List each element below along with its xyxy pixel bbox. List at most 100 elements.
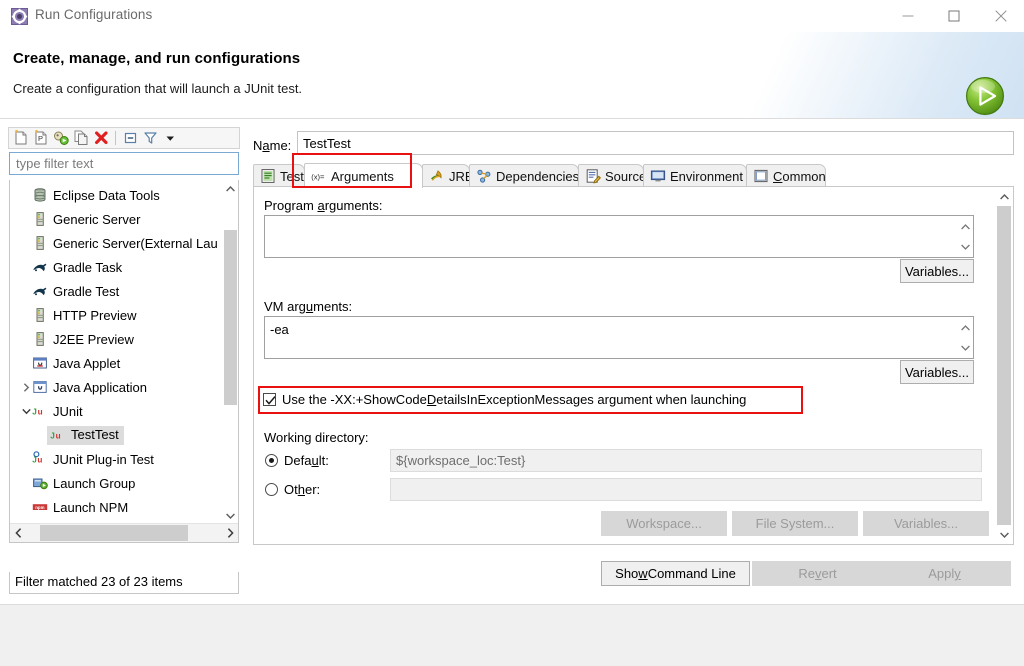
jre-icon xyxy=(429,168,445,184)
vm-arguments-field-wrap[interactable] xyxy=(264,316,974,359)
svg-text:J: J xyxy=(32,408,37,417)
tree-vertical-scrollbar[interactable] xyxy=(223,180,238,524)
tree-item-java-applet[interactable]: Java Applet xyxy=(10,351,225,375)
tree-item-label: Gradle Test xyxy=(53,283,120,299)
working-dir-other-radio[interactable] xyxy=(265,483,278,496)
tree-item-gradle-test[interactable]: Gradle Test xyxy=(10,279,225,303)
tree-item-launch-group[interactable]: Launch Group xyxy=(10,471,225,495)
tree-item-wrap: Java Application xyxy=(32,379,147,395)
tree-item-junit-plug-in-test[interactable]: Ju JUnit Plug-in Test xyxy=(10,447,225,471)
tree-item-wrap: Generic Server(External Lau xyxy=(32,235,218,251)
program-arguments-variables-button[interactable]: Variables... xyxy=(900,259,974,283)
show-code-details-checkbox-row[interactable]: Use the -XX:+ShowCodeDetailsInExceptionM… xyxy=(263,392,746,407)
new-prototype-icon[interactable]: P xyxy=(32,129,51,147)
workspace-button[interactable]: Workspace... xyxy=(601,511,727,536)
new-configuration-from-prototype-icon[interactable] xyxy=(52,129,71,147)
program-args-scroll-down-arrow[interactable] xyxy=(957,238,973,255)
panel-scroll-down-arrow[interactable] xyxy=(996,526,1012,543)
tree-scroll-up-arrow[interactable] xyxy=(223,180,238,197)
tree-item-gradle-task[interactable]: Gradle Task xyxy=(10,255,225,279)
program-arguments-input[interactable] xyxy=(265,216,957,257)
filter-icon[interactable] xyxy=(141,129,160,147)
view-menu-icon[interactable] xyxy=(161,129,180,147)
tree-item-wrap: npm Launch NPM xyxy=(32,499,128,515)
tree-scroll-left-arrow[interactable] xyxy=(10,524,27,542)
revert-button[interactable]: Re v ert xyxy=(752,561,883,586)
file-system-button[interactable]: File System... xyxy=(732,511,858,536)
vm-args-scroll-down-arrow[interactable] xyxy=(957,339,973,356)
tree-item-label: JUnit Plug-in Test xyxy=(53,451,154,467)
vm-args-scroll-up-arrow[interactable] xyxy=(957,319,973,336)
common-icon xyxy=(753,168,769,184)
configuration-name-input[interactable] xyxy=(297,131,1014,155)
panel-vertical-scrollbar[interactable] xyxy=(996,188,1012,543)
tree-item-junit[interactable]: Ju JUnit xyxy=(10,399,225,423)
configuration-tabs: Test (x)= Arguments JRE Dependencies Source En… xyxy=(253,163,1014,188)
working-dir-other-label: Other: xyxy=(284,482,321,497)
close-window-button[interactable] xyxy=(978,0,1024,31)
vm-arguments-input[interactable] xyxy=(265,317,957,358)
show-code-details-checkbox[interactable] xyxy=(263,393,276,406)
tree-items-container: Eclipse Data Tools Generic Server Generic … xyxy=(10,183,225,542)
collapse-all-icon[interactable] xyxy=(121,129,140,147)
chevron-right-icon[interactable] xyxy=(19,375,33,399)
tree-horizontal-scrollbar[interactable] xyxy=(10,523,238,542)
tree-item-http-preview[interactable]: HTTP Preview xyxy=(10,303,225,327)
program-arguments-scrollbar[interactable] xyxy=(957,216,973,257)
name-label: Name: xyxy=(253,138,292,153)
maximize-button[interactable] xyxy=(931,0,977,31)
tree-item-launch-npm[interactable]: npm Launch NPM xyxy=(10,495,225,519)
tree-scroll-right-arrow[interactable] xyxy=(222,524,238,542)
vm-arguments-scrollbar[interactable] xyxy=(957,317,973,358)
search-input[interactable] xyxy=(9,152,239,175)
tree-item-java-application[interactable]: Java Application xyxy=(10,375,225,399)
show-command-line-button[interactable]: Sho w Command Line xyxy=(601,561,750,586)
working-dir-other-input[interactable] xyxy=(390,478,982,501)
tab-test[interactable]: Test xyxy=(253,164,305,187)
green-run-play-icon xyxy=(963,74,1007,118)
tree-scroll-thumb[interactable] xyxy=(224,230,237,405)
svg-text:u: u xyxy=(38,408,43,417)
tab-jre[interactable]: JRE xyxy=(422,164,474,187)
tab-dependencies[interactable]: Dependencies xyxy=(469,164,579,187)
tree-item-label: J2EE Preview xyxy=(53,331,134,347)
tab-source[interactable]: Source xyxy=(578,164,646,187)
vm-arguments-label: VM arguments: xyxy=(264,299,353,314)
panel-scroll-thumb[interactable] xyxy=(997,206,1011,525)
minimize-button[interactable] xyxy=(885,0,931,31)
tree-hscroll-thumb[interactable] xyxy=(40,525,188,541)
gradle-icon xyxy=(32,259,48,275)
working-dir-other-radio-row[interactable]: Other: xyxy=(265,482,320,497)
dialog-footer: ? Run Close xyxy=(0,605,1024,666)
program-arguments-field-wrap[interactable] xyxy=(264,215,974,258)
run-configurations-dialog: Run Configurations Create, manage, and r… xyxy=(0,0,1024,666)
junit-icon: Ju xyxy=(50,427,66,443)
working-dir-default-radio[interactable] xyxy=(265,454,278,467)
chevron-down-icon[interactable] xyxy=(19,399,33,423)
junit-plugin-icon: Ju xyxy=(32,451,48,467)
tab-label: Environment xyxy=(670,168,743,184)
tree-item-j2ee-preview[interactable]: J2EE Preview xyxy=(10,327,225,351)
configurations-tree[interactable]: Eclipse Data Tools Generic Server Generic … xyxy=(9,180,239,543)
delete-icon[interactable] xyxy=(92,129,111,147)
tab-environment[interactable]: Environment xyxy=(643,164,747,187)
vm-arguments-variables-button[interactable]: Variables... xyxy=(900,360,974,384)
tab-common[interactable]: Common xyxy=(746,164,826,187)
tree-item-label: Gradle Task xyxy=(53,259,123,275)
tree-item-testtest[interactable]: Ju TestTest xyxy=(10,423,225,447)
apply-button[interactable]: Appl y xyxy=(878,561,1011,586)
tab-arguments[interactable]: (x)= Arguments xyxy=(304,163,423,188)
tree-item-generic-server[interactable]: Generic Server xyxy=(10,207,225,231)
panel-scroll-up-arrow[interactable] xyxy=(996,188,1012,205)
tree-item-selected-wrap: Ju TestTest xyxy=(47,425,124,445)
tree-item-generic-server-external-lau[interactable]: Generic Server(External Lau xyxy=(10,231,225,255)
tree-scroll-down-arrow[interactable] xyxy=(223,507,238,524)
variables-button[interactable]: Variables... xyxy=(863,511,989,536)
database-icon xyxy=(32,187,48,203)
working-dir-default-radio-row[interactable]: Default: xyxy=(265,453,329,468)
duplicate-icon[interactable] xyxy=(72,129,91,147)
tree-item-eclipse-data-tools[interactable]: Eclipse Data Tools xyxy=(10,183,225,207)
new-configuration-icon[interactable] xyxy=(12,129,31,147)
program-args-scroll-up-arrow[interactable] xyxy=(957,218,973,235)
tree-item-wrap: Gradle Test xyxy=(32,283,119,299)
